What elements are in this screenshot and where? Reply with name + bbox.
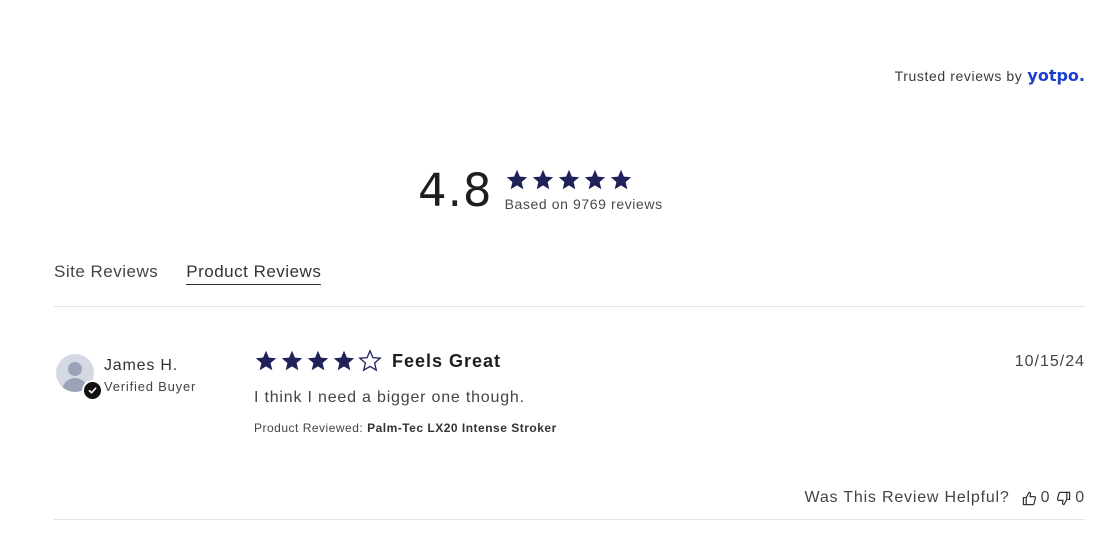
review-date: 10/15/24 bbox=[1014, 353, 1085, 370]
summary-stars bbox=[505, 168, 663, 192]
average-rating: 4.8 bbox=[418, 164, 493, 217]
star-filled-icon bbox=[532, 169, 553, 190]
rating-summary: 4.8 Based on 9769 reviews bbox=[418, 164, 663, 218]
star-filled-icon bbox=[584, 169, 605, 190]
checkmark-icon bbox=[82, 380, 103, 401]
review-content: Feels Great I think I need a bigger one … bbox=[254, 349, 557, 435]
trusted-reviews-header: Trusted reviews by yotpo. bbox=[895, 66, 1085, 85]
helpful-label: Was This Review Helpful? bbox=[804, 489, 1010, 506]
product-reviewed: Product Reviewed: Palm-Tec LX20 Intense … bbox=[254, 421, 557, 435]
upvote-button[interactable]: 0 bbox=[1022, 489, 1051, 507]
review-count: Based on 9769 reviews bbox=[504, 196, 663, 212]
star-empty-icon bbox=[358, 349, 382, 372]
review-helpful: Was This Review Helpful? 0 0 bbox=[805, 489, 1085, 507]
tab-site-reviews[interactable]: Site Reviews bbox=[54, 262, 158, 285]
reviewer-name: James H. bbox=[104, 357, 178, 374]
review-divider bbox=[54, 519, 1085, 520]
star-filled-icon bbox=[281, 350, 303, 371]
reviewer-info: James H. Verified Buyer bbox=[104, 357, 196, 394]
review-item: James H. Verified Buyer Feels Great I th… bbox=[54, 345, 1085, 515]
downvote-count: 0 bbox=[1075, 489, 1085, 506]
star-filled-icon bbox=[307, 350, 329, 371]
tabs-divider bbox=[54, 306, 1085, 307]
review-body: I think I need a bigger one though. bbox=[254, 389, 525, 406]
review-tabs: Site Reviews Product Reviews bbox=[54, 262, 322, 285]
review-title: Feels Great bbox=[392, 350, 502, 371]
thumbs-down-icon bbox=[1057, 491, 1071, 505]
verified-buyer-label: Verified Buyer bbox=[104, 379, 197, 394]
star-filled-icon bbox=[558, 169, 579, 190]
product-name[interactable]: Palm-Tec LX20 Intense Stroker bbox=[367, 421, 557, 435]
star-filled-icon bbox=[255, 350, 277, 371]
reviewer-avatar bbox=[56, 354, 103, 401]
star-filled-icon bbox=[506, 169, 527, 190]
yotpo-logo[interactable]: yotpo. bbox=[1027, 66, 1085, 85]
product-reviewed-label: Product Reviewed: bbox=[254, 421, 364, 435]
tab-product-reviews[interactable]: Product Reviews bbox=[186, 262, 322, 285]
star-filled-icon bbox=[610, 169, 631, 190]
downvote-button[interactable]: 0 bbox=[1056, 489, 1085, 507]
star-filled-icon bbox=[333, 350, 355, 371]
trusted-reviews-text: Trusted reviews by bbox=[894, 67, 1023, 84]
thumbs-up-icon bbox=[1022, 491, 1036, 505]
upvote-count: 0 bbox=[1040, 489, 1051, 506]
review-stars bbox=[254, 349, 382, 373]
